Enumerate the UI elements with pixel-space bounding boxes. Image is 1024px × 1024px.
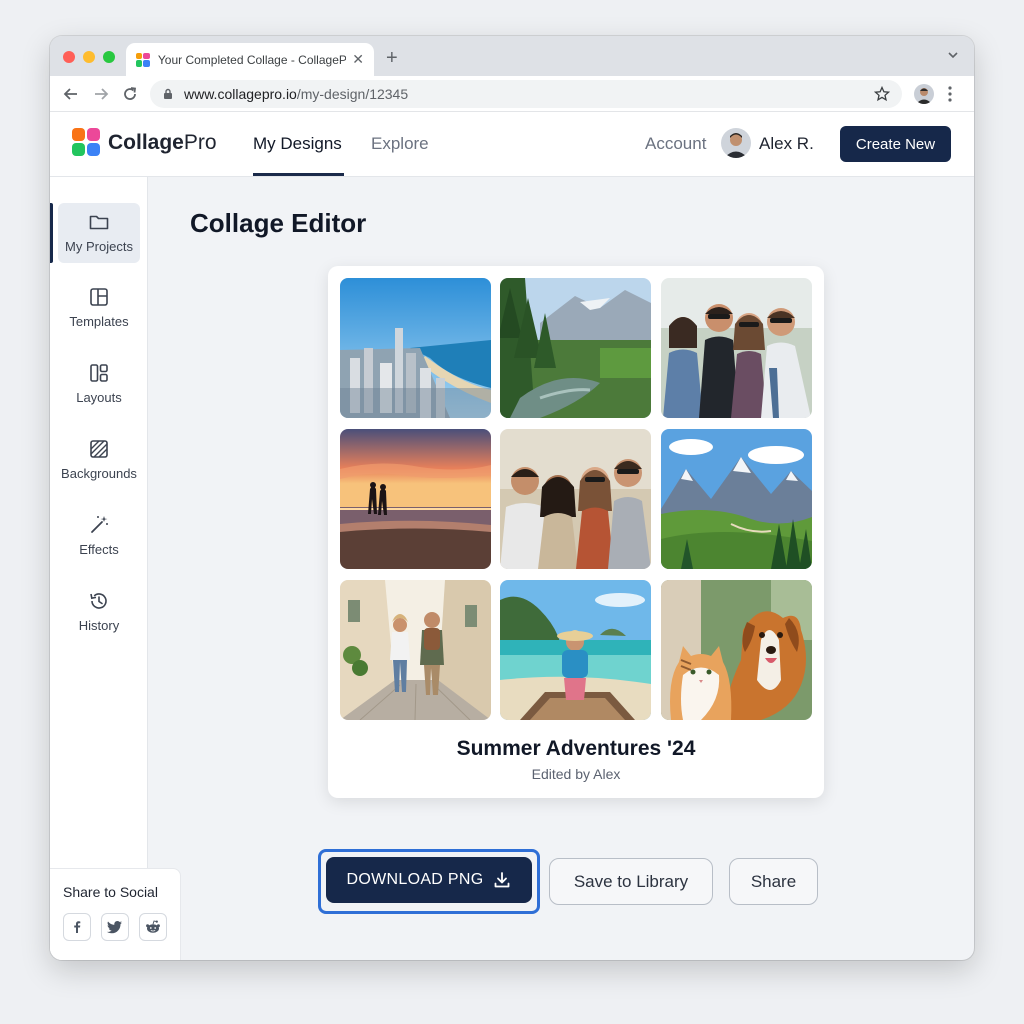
sidebar-item-my-projects[interactable]: My Projects xyxy=(50,203,140,263)
sunset-beach-couple-photo[interactable] xyxy=(340,429,491,569)
app-header: CollagePro My Designs Explore Account Al… xyxy=(50,112,974,177)
download-focus-ring: DOWNLOAD PNG xyxy=(318,849,540,914)
close-window-button[interactable] xyxy=(63,51,75,63)
sidebar-item-backgrounds[interactable]: Backgrounds xyxy=(58,430,140,490)
tab-close-icon[interactable]: ✕ xyxy=(352,51,364,68)
forest-river-photo[interactable] xyxy=(500,278,651,418)
tab-title: Your Completed Collage - CollagePro xyxy=(157,52,347,67)
lock-icon xyxy=(164,88,172,99)
background-icon xyxy=(90,440,108,458)
chevron-down-icon[interactable] xyxy=(948,50,958,60)
sidebar-item-label: Templates xyxy=(69,314,129,329)
download-png-button[interactable]: DOWNLOAD PNG xyxy=(326,857,532,903)
city-beach-photo[interactable] xyxy=(340,278,491,418)
sidebar-item-label: Backgrounds xyxy=(61,466,137,481)
new-tab-button[interactable]: + xyxy=(386,47,398,70)
share-button[interactable]: Share xyxy=(729,858,818,905)
create-new-button[interactable]: Create New xyxy=(840,126,951,162)
username[interactable]: Alex R. xyxy=(759,134,814,154)
maximize-window-button[interactable] xyxy=(103,51,115,63)
nav-explore[interactable]: Explore xyxy=(371,134,429,154)
mountain-valley-photo[interactable] xyxy=(661,429,812,569)
collage-title: Summer Adventures '24 xyxy=(456,737,696,760)
sidebar-item-effects[interactable]: Effects xyxy=(58,506,140,566)
cat-and-dog-photo[interactable] xyxy=(661,580,812,720)
facebook-share-button[interactable] xyxy=(63,913,91,941)
bookmark-star-icon[interactable] xyxy=(874,86,890,102)
forward-icon[interactable] xyxy=(92,85,110,103)
friends-group-photo[interactable] xyxy=(661,278,812,418)
download-button-label: DOWNLOAD PNG xyxy=(346,871,484,888)
browser-profile-avatar[interactable] xyxy=(914,84,934,104)
folder-icon xyxy=(89,215,109,230)
page-title: Collage Editor xyxy=(190,208,367,238)
sidebar-item-templates[interactable]: Templates xyxy=(58,278,140,338)
sidebar-item-label: Layouts xyxy=(76,390,122,405)
account-link[interactable]: Account xyxy=(645,134,706,154)
collagepro-logo-icon[interactable] xyxy=(72,128,100,156)
minimize-window-button[interactable] xyxy=(83,51,95,63)
favicon-icon xyxy=(136,52,150,67)
sidebar: My Projects Templates Layouts Background… xyxy=(50,177,148,960)
magic-wand-icon xyxy=(91,516,108,533)
window-controls xyxy=(63,51,115,63)
back-icon[interactable] xyxy=(62,85,80,103)
browser-toolbar: www.collagepro.io/my-design/12345 xyxy=(50,76,974,112)
tab-strip: Your Completed Collage - CollagePro ✕ + xyxy=(50,36,974,76)
sidebar-item-label: Effects xyxy=(79,542,119,557)
browser-menu-icon[interactable] xyxy=(948,86,952,102)
twitter-share-button[interactable] xyxy=(101,913,129,941)
tropical-boat-photo[interactable] xyxy=(500,580,651,720)
address-bar[interactable]: www.collagepro.io/my-design/12345 xyxy=(150,80,902,108)
collage-subtitle: Edited by Alex xyxy=(531,766,621,782)
avatar[interactable] xyxy=(721,128,751,158)
share-social-title: Share to Social xyxy=(63,884,158,900)
sidebar-item-label: History xyxy=(78,618,120,633)
layout-icon xyxy=(90,364,108,382)
browser-window: Your Completed Collage - CollagePro ✕ + … xyxy=(50,36,974,960)
street-travelers-photo[interactable] xyxy=(340,580,491,720)
download-icon xyxy=(495,872,510,888)
active-nav-indicator xyxy=(253,173,344,176)
save-to-library-button[interactable]: Save to Library xyxy=(549,858,713,905)
template-icon xyxy=(90,288,108,306)
sidebar-item-layouts[interactable]: Layouts xyxy=(58,354,140,414)
sidebar-item-label: My Projects xyxy=(65,239,133,254)
collage-card: Summer Adventures '24 Edited by Alex xyxy=(328,266,824,798)
brand-name[interactable]: CollagePro xyxy=(108,131,217,155)
share-to-social-panel: Share to Social xyxy=(50,868,181,960)
friends-laughing-photo[interactable] xyxy=(500,429,651,569)
twitter-icon xyxy=(107,921,122,934)
reddit-icon xyxy=(146,920,160,933)
reload-icon[interactable] xyxy=(121,85,139,103)
nav-my-designs[interactable]: My Designs xyxy=(253,134,342,154)
browser-tab[interactable]: Your Completed Collage - CollagePro ✕ xyxy=(126,43,374,76)
reddit-share-button[interactable] xyxy=(139,913,167,941)
url-text: www.collagepro.io/my-design/12345 xyxy=(184,86,409,102)
sidebar-item-history[interactable]: History xyxy=(58,582,140,642)
history-icon xyxy=(90,593,107,609)
facebook-icon xyxy=(74,921,81,933)
